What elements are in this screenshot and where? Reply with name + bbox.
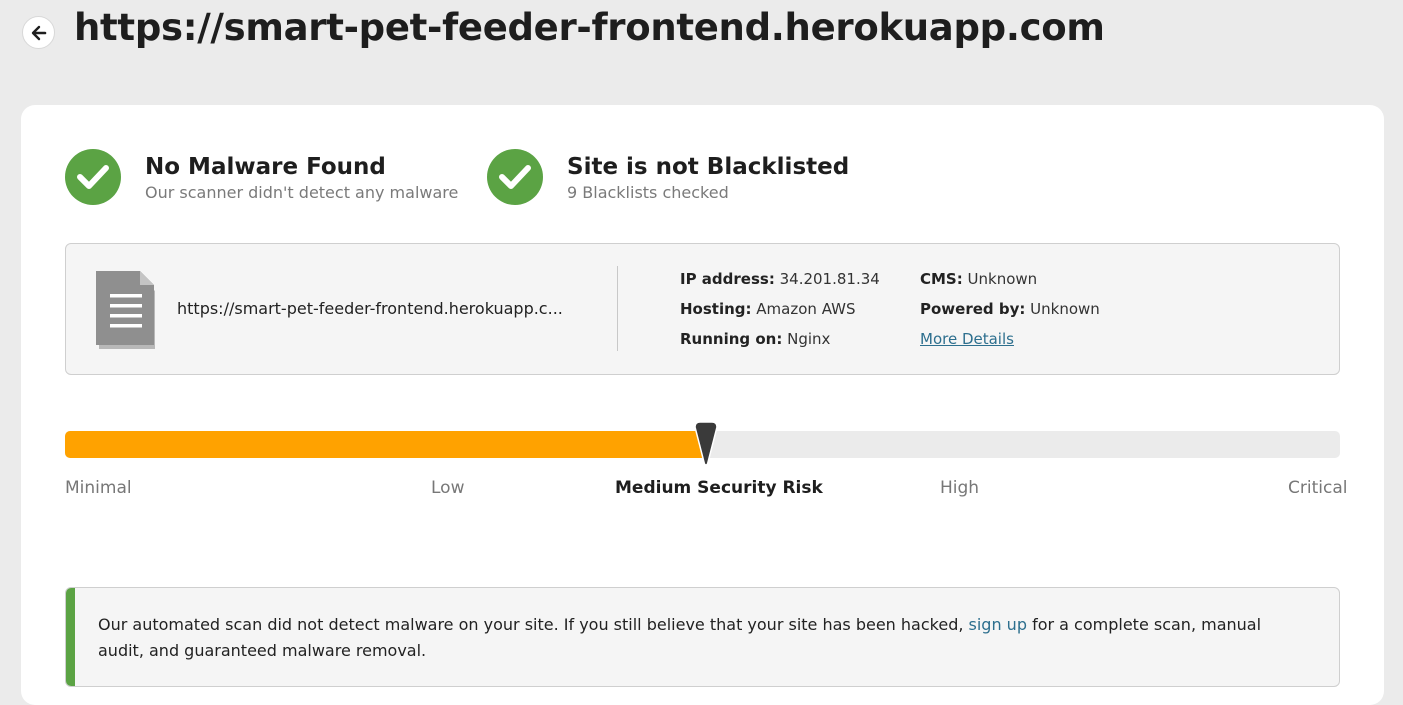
notice-text-part: Our automated scan did not detect malwar… bbox=[98, 615, 969, 634]
page-title: https://smart-pet-feeder-frontend.heroku… bbox=[74, 6, 1105, 49]
site-url: https://smart-pet-feeder-frontend.heroku… bbox=[177, 299, 563, 318]
risk-label-current: Medium Security Risk bbox=[615, 478, 823, 498]
cms-label: CMS: bbox=[920, 270, 963, 288]
powered-by-value: Unknown bbox=[1030, 300, 1100, 318]
risk-meter-fill bbox=[65, 431, 703, 458]
running-on-row: Running on: Nginx bbox=[680, 330, 830, 348]
sign-up-link[interactable]: sign up bbox=[969, 615, 1027, 634]
page-header: https://smart-pet-feeder-frontend.heroku… bbox=[0, 0, 1403, 100]
hosting-value: Amazon AWS bbox=[756, 300, 856, 318]
blacklist-status-subtitle: 9 Blacklists checked bbox=[567, 182, 729, 202]
arrow-left-icon bbox=[31, 25, 46, 40]
malware-status: No Malware Found Our scanner didn't dete… bbox=[65, 149, 458, 205]
blacklist-status: Site is not Blacklisted 9 Blacklists che… bbox=[487, 149, 849, 205]
notice-text: Our automated scan did not detect malwar… bbox=[98, 612, 1298, 664]
running-on-value: Nginx bbox=[787, 330, 831, 348]
risk-label-critical: Critical bbox=[1288, 478, 1348, 498]
hosting-label: Hosting: bbox=[680, 300, 752, 318]
hosting-row: Hosting: Amazon AWS bbox=[680, 300, 855, 318]
cms-value: Unknown bbox=[967, 270, 1038, 288]
check-icon bbox=[65, 149, 121, 205]
ip-address-value: 34.201.81.34 bbox=[779, 270, 880, 288]
more-details-link[interactable]: More Details bbox=[920, 330, 1014, 348]
document-icon bbox=[96, 271, 156, 353]
powered-by-label: Powered by: bbox=[920, 300, 1026, 318]
site-info-box: https://smart-pet-feeder-frontend.heroku… bbox=[65, 243, 1340, 375]
running-on-label: Running on: bbox=[680, 330, 783, 348]
risk-label-low: Low bbox=[431, 478, 465, 498]
risk-label-minimal: Minimal bbox=[65, 478, 132, 498]
risk-label-high: High bbox=[940, 478, 980, 498]
ip-address-label: IP address: bbox=[680, 270, 775, 288]
blacklist-status-title: Site is not Blacklisted bbox=[567, 153, 850, 180]
powered-by-row: Powered by: Unknown bbox=[920, 300, 1100, 318]
divider bbox=[617, 266, 618, 351]
ip-address-row: IP address: 34.201.81.34 bbox=[680, 270, 880, 288]
malware-status-subtitle: Our scanner didn't detect any malware bbox=[145, 182, 459, 202]
notice-accent-bar bbox=[66, 588, 75, 686]
back-button[interactable] bbox=[22, 16, 55, 49]
scan-notice: Our automated scan did not detect malwar… bbox=[65, 587, 1340, 687]
cms-row: CMS: Unknown bbox=[920, 270, 1037, 288]
scan-results-card: No Malware Found Our scanner didn't dete… bbox=[21, 105, 1384, 705]
check-icon bbox=[487, 149, 543, 205]
risk-marker-icon bbox=[694, 421, 718, 470]
malware-status-title: No Malware Found bbox=[145, 153, 386, 180]
